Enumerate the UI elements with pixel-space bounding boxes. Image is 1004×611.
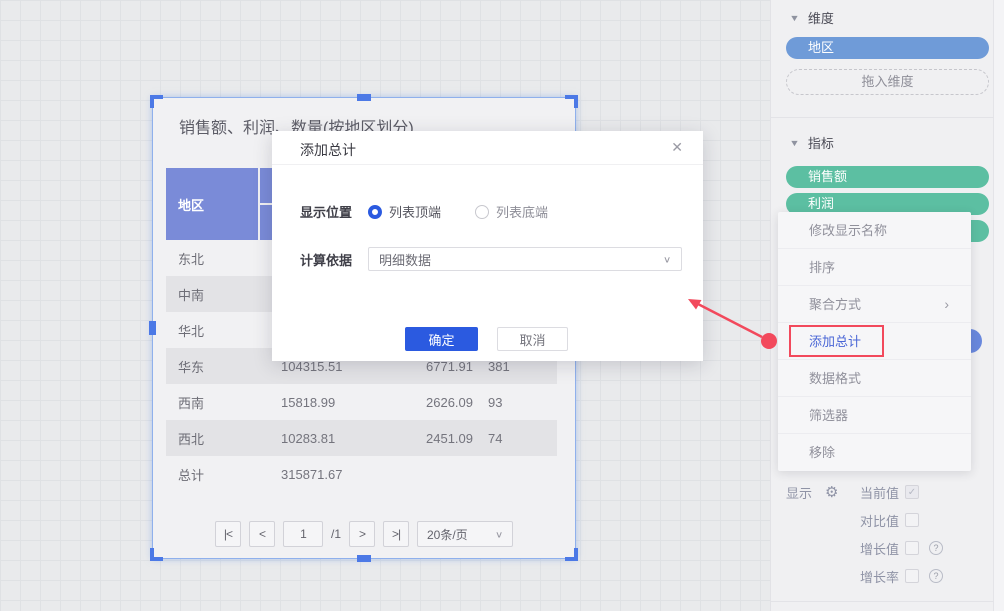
display-option-row: 增长率 ? — [771, 566, 1004, 586]
pagination-bar: |< < 1 /1 > >| 20条/页 ∨ — [153, 521, 575, 547]
radio-unselected-icon[interactable] — [475, 205, 489, 219]
resize-corner-bottom-left[interactable] — [150, 548, 163, 561]
close-icon[interactable]: ✕ — [671, 139, 683, 156]
cell-value: 315871.67 — [281, 467, 426, 482]
calc-basis-select[interactable]: 明细数据 ∨ — [368, 247, 682, 271]
dialog-header: 添加总计 ✕ — [272, 131, 703, 165]
add-total-dialog: 添加总计 ✕ 显示位置 列表顶端 列表底端 计算依据 明细数据 ∨ 确定 取消 — [272, 131, 703, 361]
checkbox-growth-rate[interactable] — [905, 569, 919, 583]
display-position-field: 显示位置 列表顶端 列表底端 — [300, 202, 582, 221]
display-option-row: 增长值 ? — [771, 538, 1004, 558]
radio-option-list-bottom[interactable]: 列表底端 — [475, 202, 548, 221]
chevron-down-icon: ∨ — [663, 254, 671, 264]
menu-item-sort[interactable]: 排序 — [778, 249, 971, 286]
menu-item-filter[interactable]: 筛选器 — [778, 397, 971, 434]
radio-label: 列表底端 — [496, 202, 548, 221]
chevron-down-icon: ∨ — [495, 529, 503, 539]
option-label: 增长值 — [849, 539, 899, 558]
display-option-row: 当前值 ✓ — [771, 482, 1004, 502]
menu-item-label: 聚合方式 — [809, 297, 861, 312]
resize-corner-bottom-right[interactable] — [565, 548, 578, 561]
submenu-arrow-icon: › — [944, 286, 949, 323]
resize-handle-left[interactable] — [149, 321, 156, 335]
radio-label: 列表顶端 — [389, 202, 441, 221]
cell-region: 华北 — [166, 321, 281, 340]
option-label: 当前值 — [849, 483, 899, 502]
divider — [771, 601, 994, 602]
help-icon: ? — [929, 541, 943, 555]
last-page-button[interactable]: >| — [383, 521, 409, 547]
prev-page-button[interactable]: < — [249, 521, 275, 547]
table-row-total: 总计 315871.67 — [166, 456, 557, 492]
ok-button[interactable]: 确定 — [405, 327, 478, 351]
radio-selected-icon[interactable] — [368, 205, 382, 219]
resize-corner-top-left[interactable] — [150, 95, 163, 108]
dialog-title: 添加总计 — [300, 140, 356, 160]
cell-value: 93 — [488, 395, 557, 410]
table-header-region: 地区 — [166, 168, 258, 240]
config-sidebar: ▼ 维度 地区 拖入维度 ▼ 指标 销售额 利润 修改显示名称 排序 聚合方式 … — [770, 0, 1004, 611]
divider — [771, 117, 994, 118]
section-title: 维度 — [808, 8, 834, 27]
page-size-value: 20条/页 — [427, 526, 468, 543]
select-value: 明细数据 — [379, 250, 431, 269]
option-label: 增长率 — [849, 567, 899, 586]
cell-value: 15818.99 — [281, 395, 426, 410]
help-icon: ? — [929, 569, 943, 583]
resize-corner-top-right[interactable] — [565, 95, 578, 108]
next-page-button[interactable]: > — [349, 521, 375, 547]
dimension-pill-region[interactable]: 地区 — [786, 37, 989, 59]
section-header-measures[interactable]: ▼ 指标 — [790, 133, 834, 152]
section-title: 指标 — [808, 133, 834, 152]
bi-editor-stage: 销售额、利润、数量(按地区划分) 地区 东北 中南 — [0, 0, 1004, 611]
dialog-footer: 确定 取消 — [272, 327, 703, 351]
total-pages-label: /1 — [331, 521, 341, 547]
dimension-drop-zone[interactable]: 拖入维度 — [786, 69, 989, 95]
resize-handle-bottom[interactable] — [357, 555, 371, 562]
cancel-button[interactable]: 取消 — [497, 327, 568, 351]
table-row: 西北 10283.81 2451.09 74 — [166, 420, 557, 456]
menu-item-rename[interactable]: 修改显示名称 — [778, 212, 971, 249]
cell-region: 中南 — [166, 285, 281, 304]
radio-option-list-top[interactable]: 列表顶端 — [368, 202, 441, 221]
page-size-select[interactable]: 20条/页 ∨ — [417, 521, 513, 547]
cell-region: 总计 — [166, 465, 281, 484]
checkbox-current-value[interactable]: ✓ — [905, 485, 919, 499]
calc-basis-field: 计算依据 明细数据 ∨ — [300, 247, 682, 271]
cell-value: 74 — [488, 431, 557, 446]
annotation-highlight-box — [789, 325, 884, 357]
menu-item-aggregation[interactable]: 聚合方式 › — [778, 286, 971, 323]
option-label: 对比值 — [849, 511, 899, 530]
menu-item-remove[interactable]: 移除 — [778, 434, 971, 471]
cell-region: 东北 — [166, 249, 281, 268]
cell-value: 2626.09 — [426, 395, 488, 410]
current-page-input[interactable]: 1 — [283, 521, 323, 547]
display-option-row: 对比值 — [771, 510, 1004, 530]
collapse-triangle-icon: ▼ — [789, 138, 800, 148]
collapse-triangle-icon: ▼ — [789, 13, 800, 23]
cell-region: 西南 — [166, 393, 281, 412]
first-page-button[interactable]: |< — [215, 521, 241, 547]
checkbox-compare-value[interactable] — [905, 513, 919, 527]
table-row: 西南 15818.99 2626.09 93 — [166, 384, 557, 420]
cell-region: 华东 — [166, 357, 281, 376]
cell-value: 2451.09 — [426, 431, 488, 446]
checkbox-growth-value[interactable] — [905, 541, 919, 555]
cell-region: 西北 — [166, 429, 281, 448]
section-header-dimensions[interactable]: ▼ 维度 — [790, 8, 834, 27]
field-label: 计算依据 — [300, 250, 368, 269]
cell-value: 10283.81 — [281, 431, 426, 446]
measure-pill-sales[interactable]: 销售额 — [786, 166, 989, 188]
field-label: 显示位置 — [300, 202, 368, 221]
resize-handle-top[interactable] — [357, 94, 371, 101]
menu-item-data-format[interactable]: 数据格式 — [778, 360, 971, 397]
